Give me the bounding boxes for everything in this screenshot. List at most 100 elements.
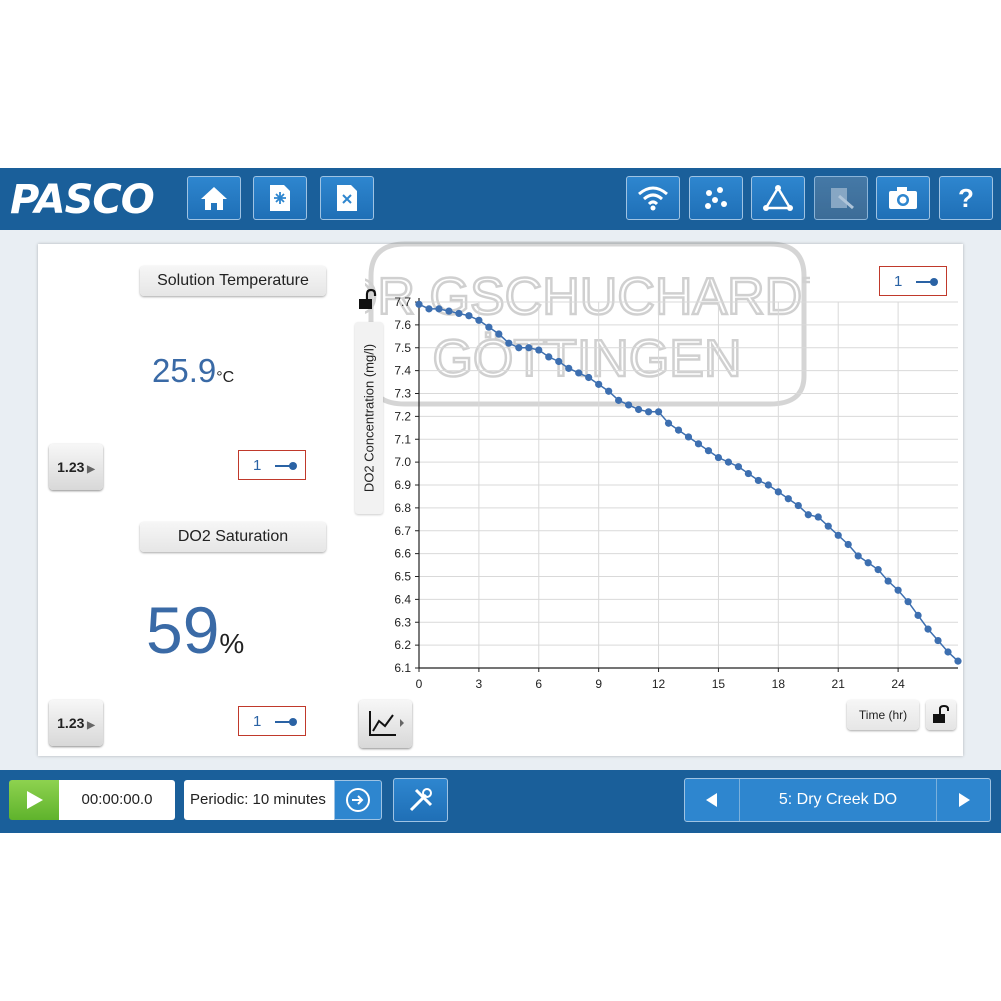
y-tick-label: 6.5 (394, 570, 411, 584)
data-point (654, 408, 663, 416)
chevron-left-icon (706, 793, 717, 807)
data-point (734, 463, 743, 471)
record-button[interactable] (9, 780, 59, 820)
elapsed-time: 00:00:00.0 (59, 780, 175, 820)
calculator-button[interactable] (751, 176, 805, 220)
data-point (924, 625, 932, 633)
x-axis-lock-button[interactable] (926, 700, 956, 730)
saturation-digits-button[interactable]: 1.23 ▶ (49, 700, 103, 746)
new-experiment-button[interactable] (253, 176, 307, 220)
home-button[interactable] (187, 176, 241, 220)
x-tick-label: 18 (772, 677, 786, 691)
help-icon: ? (958, 182, 974, 213)
data-point (625, 401, 633, 409)
data-point (664, 419, 673, 427)
x-tick-label: 15 (712, 677, 726, 691)
expand-arrow-icon: ▶ (84, 464, 95, 475)
page-navigator: 5: Dry Creek DO (684, 778, 991, 822)
next-page-button[interactable] (937, 779, 990, 821)
data-point (445, 307, 453, 315)
saturation-value: 59 (146, 593, 220, 667)
data-point (904, 598, 912, 606)
snapshot-button[interactable] (876, 176, 930, 220)
data-point (914, 611, 922, 619)
play-icon (27, 791, 43, 809)
journal-button[interactable] (814, 176, 868, 220)
close-experiment-button[interactable] (320, 176, 374, 220)
digits-label: 1.23 (57, 715, 85, 731)
sampling-rate-icon (346, 788, 370, 812)
data-summary-button[interactable] (689, 176, 743, 220)
data-point (674, 426, 683, 434)
data-point (615, 396, 623, 404)
page-title[interactable]: 5: Dry Creek DO (739, 779, 937, 821)
saturation-unit: % (219, 628, 245, 659)
data-point (525, 344, 533, 352)
data-point (605, 387, 613, 395)
tools-button[interactable] (393, 778, 448, 822)
hardware-setup-button[interactable] (626, 176, 680, 220)
sampling-options-button[interactable] (334, 780, 382, 820)
y-tick-label: 6.6 (394, 547, 411, 561)
saturation-display-title[interactable]: DO2 Saturation (140, 522, 326, 552)
pasco-logo: PASCO (10, 177, 155, 223)
close-file-icon (337, 185, 357, 211)
data-point (535, 346, 543, 354)
y-tick-label: 7.2 (394, 409, 411, 423)
data-point (415, 300, 423, 308)
y-tick-label: 7.1 (394, 432, 411, 446)
y-tick-label: 7.6 (394, 318, 411, 332)
data-point (854, 552, 862, 560)
data-point (874, 566, 882, 574)
y-tick-label: 7.5 (394, 341, 411, 355)
data-point (944, 648, 952, 656)
temperature-display-title[interactable]: Solution Temperature (140, 266, 326, 296)
saturation-readout: 59% (146, 592, 244, 668)
series-line (418, 303, 959, 662)
data-point (784, 495, 792, 503)
x-tick-label: 9 (595, 677, 602, 691)
temperature-value: 25.9 (152, 352, 217, 389)
do2-chart[interactable]: 6.1 6.2 6.3 6.4 6.5 6.6 6.7 6.8 6.9 7.0 7.1 7.2 7.3 7… (360, 284, 963, 700)
saturation-run-selector[interactable]: 1 (238, 706, 306, 736)
y-tick-label: 6.8 (394, 501, 411, 515)
x-tick-label: 3 (476, 677, 483, 691)
data-points-icon (705, 187, 727, 209)
y-tick-label: 6.9 (394, 478, 411, 492)
camera-icon (889, 187, 917, 209)
y-tick-label: 6.1 (394, 661, 411, 675)
data-point (455, 309, 463, 318)
y-tick-label: 7.7 (394, 295, 411, 309)
x-tick-label: 21 (832, 677, 846, 691)
digits-label: 1.23 (57, 459, 85, 475)
data-point (595, 380, 603, 388)
run-number: 1 (253, 712, 262, 730)
unlock-icon (933, 704, 949, 723)
graph-tools-button[interactable] (359, 700, 412, 748)
data-point (585, 373, 593, 382)
temperature-readout: 25.9°C (152, 352, 234, 390)
data-point (824, 522, 832, 530)
help-button[interactable]: ? (939, 176, 993, 220)
y-tick-label: 6.4 (394, 592, 411, 606)
x-axis-measurement-selector[interactable]: Time (hr) (847, 700, 919, 730)
sampling-mode[interactable]: Periodic: 10 minutes (184, 780, 334, 820)
data-point (485, 323, 493, 331)
run-number: 1 (253, 456, 262, 474)
temperature-digits-button[interactable]: 1.23 ▶ (49, 444, 103, 490)
data-point (814, 513, 822, 521)
data-point (565, 364, 573, 372)
home-icon (201, 187, 227, 210)
data-point (764, 481, 772, 489)
temperature-run-selector[interactable]: 1 (238, 450, 306, 480)
data-point (704, 447, 713, 455)
data-point (844, 540, 852, 549)
data-point (724, 458, 733, 466)
x-tick-label: 24 (891, 677, 905, 691)
previous-page-button[interactable] (685, 779, 739, 821)
data-point (864, 559, 872, 567)
data-point (794, 501, 802, 510)
new-file-icon (270, 185, 290, 211)
wireless-icon (638, 186, 668, 211)
x-tick-label: 12 (652, 677, 666, 691)
